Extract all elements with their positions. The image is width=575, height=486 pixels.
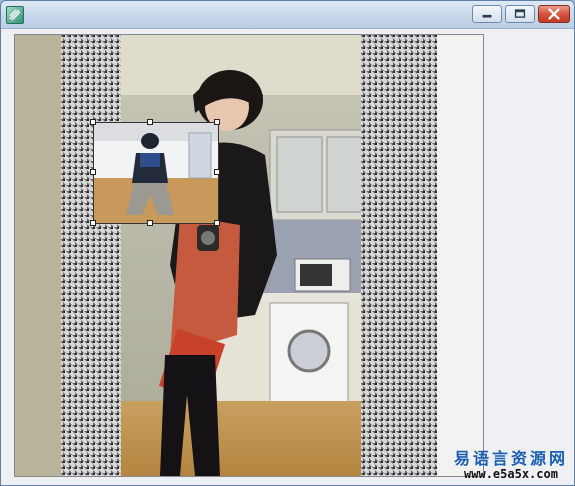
maximize-icon	[514, 9, 526, 18]
app-icon[interactable]	[6, 6, 24, 24]
selection-handle-br[interactable]	[214, 220, 220, 226]
selection-handle-tl[interactable]	[90, 119, 96, 125]
selection-handle-tm[interactable]	[147, 119, 153, 125]
maximize-button[interactable]	[505, 5, 535, 23]
client-area: 易语言资源网 www.e5a5x.com	[1, 29, 574, 485]
app-window: 易语言资源网 www.e5a5x.com	[0, 0, 575, 486]
selection-handle-bl[interactable]	[90, 220, 96, 226]
selection-handle-mr[interactable]	[214, 169, 220, 175]
close-button[interactable]	[538, 5, 570, 23]
minimize-icon	[482, 14, 492, 18]
picture-box[interactable]	[14, 34, 484, 477]
selection-handle-bm[interactable]	[147, 220, 153, 226]
main-photo	[15, 35, 483, 476]
minimize-button[interactable]	[472, 5, 502, 23]
selection-handle-ml[interactable]	[90, 169, 96, 175]
close-icon	[548, 8, 560, 20]
title-bar[interactable]	[1, 1, 574, 29]
overlay-thumbnail[interactable]	[93, 122, 219, 224]
selection-handle-tr[interactable]	[214, 119, 220, 125]
watermark: 易语言资源网 www.e5a5x.com	[454, 450, 568, 481]
watermark-url: www.e5a5x.com	[464, 466, 558, 481]
watermark-title: 易语言资源网	[453, 449, 568, 469]
